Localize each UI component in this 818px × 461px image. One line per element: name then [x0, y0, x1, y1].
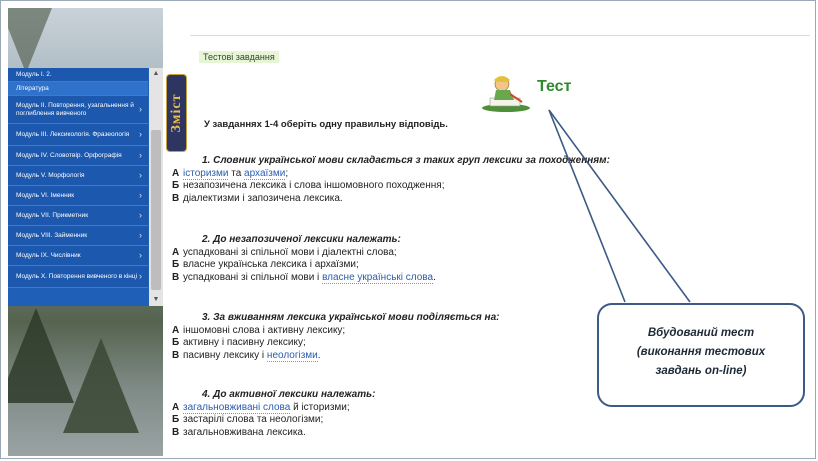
callout-text: Вбудований тест (виконання тестових завд…: [636, 327, 766, 377]
